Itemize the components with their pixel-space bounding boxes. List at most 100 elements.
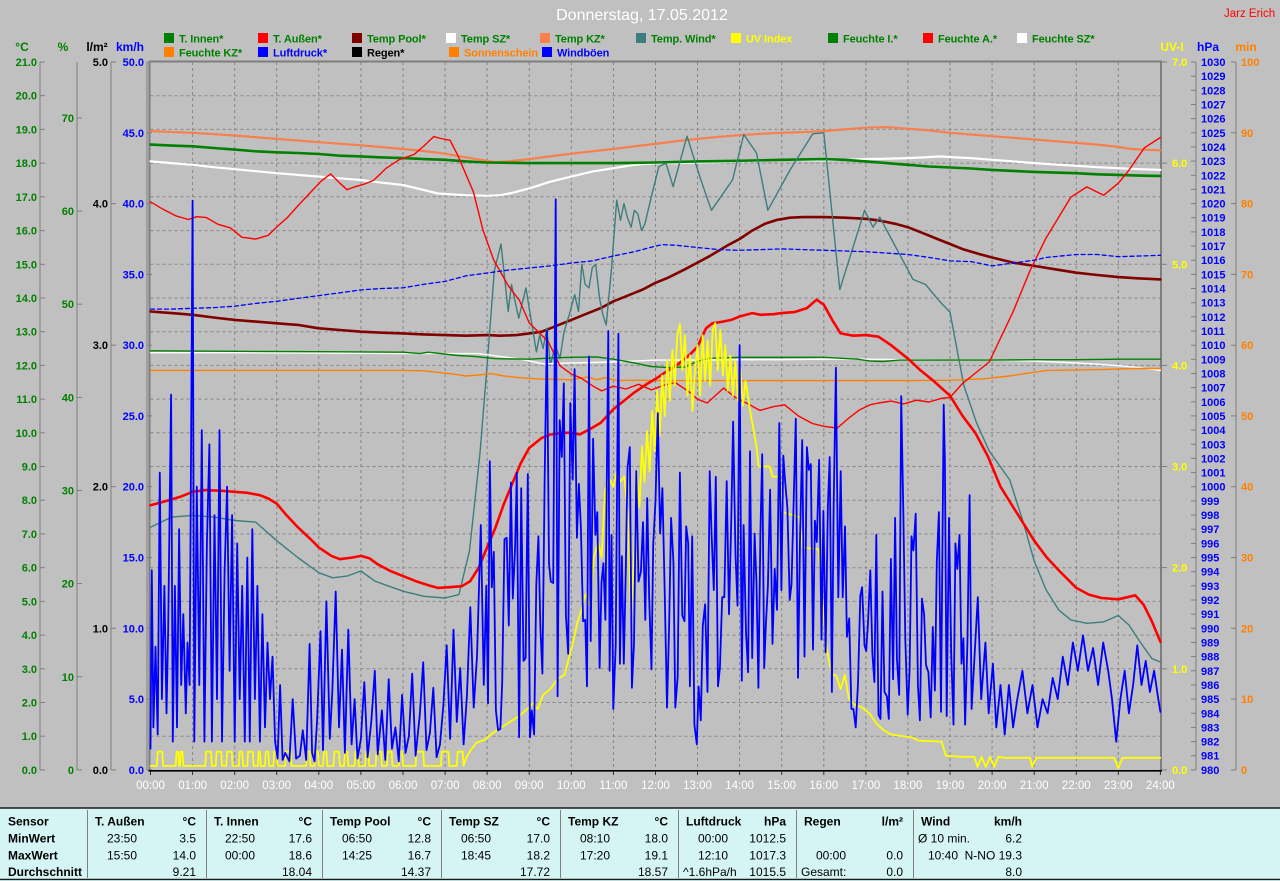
- svg-text:1013: 1013: [1201, 298, 1225, 310]
- svg-text:18.0: 18.0: [16, 158, 37, 170]
- svg-text:50.0: 50.0: [123, 57, 144, 69]
- svg-text:20: 20: [62, 579, 74, 591]
- svg-text:1002: 1002: [1201, 453, 1225, 465]
- svg-text:11.0: 11.0: [16, 394, 37, 406]
- svg-text:1.0: 1.0: [22, 731, 37, 743]
- svg-text:Sonnenschein: Sonnenschein: [464, 48, 538, 60]
- svg-text:989: 989: [1201, 638, 1219, 650]
- svg-text:5.0: 5.0: [93, 57, 108, 69]
- svg-text:10:00: 10:00: [557, 780, 586, 792]
- svg-text:24:00: 24:00: [1146, 780, 1175, 792]
- svg-text:5.0: 5.0: [22, 596, 37, 608]
- svg-text:UV-I: UV-I: [1160, 40, 1183, 54]
- svg-text:2.0: 2.0: [22, 698, 37, 710]
- svg-text:Temp SZ: Temp SZ: [449, 815, 499, 829]
- svg-text:22:00: 22:00: [1062, 780, 1091, 792]
- svg-text:30: 30: [62, 486, 74, 498]
- svg-text:18.2: 18.2: [527, 849, 551, 863]
- svg-text:l/m²: l/m²: [86, 40, 107, 54]
- svg-text:0.0: 0.0: [22, 765, 37, 777]
- svg-text:16.0: 16.0: [16, 226, 37, 238]
- svg-text:1027: 1027: [1201, 100, 1225, 112]
- svg-text:4.0: 4.0: [1172, 360, 1187, 372]
- svg-text:6.0: 6.0: [1172, 158, 1187, 170]
- svg-text:70: 70: [62, 113, 74, 125]
- svg-text:21:00: 21:00: [1020, 780, 1049, 792]
- svg-text:991: 991: [1201, 609, 1219, 621]
- svg-text:7.0: 7.0: [22, 529, 37, 541]
- svg-text:1000: 1000: [1201, 482, 1225, 494]
- svg-text:980: 980: [1201, 765, 1219, 777]
- svg-text:3.0: 3.0: [93, 340, 108, 352]
- svg-text:Ø 10 min.: Ø 10 min.: [918, 832, 970, 846]
- svg-text:1017.3: 1017.3: [749, 849, 786, 863]
- svg-text:0.0: 0.0: [886, 849, 903, 863]
- svg-text:1004: 1004: [1201, 425, 1226, 437]
- svg-text:Feuchte A.*: Feuchte A.*: [938, 34, 998, 46]
- svg-text:1001: 1001: [1201, 468, 1225, 480]
- svg-text:MinWert: MinWert: [8, 832, 55, 846]
- svg-text:1024: 1024: [1201, 142, 1226, 154]
- svg-text:9.21: 9.21: [173, 865, 197, 879]
- svg-text:992: 992: [1201, 595, 1219, 607]
- svg-text:100: 100: [1241, 57, 1259, 69]
- svg-text:%: %: [58, 40, 69, 54]
- svg-text:2.0: 2.0: [93, 482, 108, 494]
- svg-text:990: 990: [1201, 623, 1219, 635]
- svg-text:10:40: 10:40: [928, 849, 958, 863]
- svg-text:998: 998: [1201, 510, 1219, 522]
- svg-text:Windböen: Windböen: [557, 48, 610, 60]
- svg-text:1011: 1011: [1201, 326, 1225, 338]
- svg-text:18.6: 18.6: [289, 849, 313, 863]
- svg-text:1009: 1009: [1201, 354, 1225, 366]
- svg-text:18:00: 18:00: [894, 780, 923, 792]
- svg-text:19.1: 19.1: [645, 849, 669, 863]
- svg-text:19:00: 19:00: [936, 780, 965, 792]
- svg-text:Wind: Wind: [921, 815, 950, 829]
- svg-text:^1.6hPa/h: ^1.6hPa/h: [683, 865, 737, 879]
- svg-text:02:00: 02:00: [220, 780, 249, 792]
- svg-text:UV Index: UV Index: [746, 34, 793, 46]
- svg-text:982: 982: [1201, 737, 1219, 749]
- svg-text:4.0: 4.0: [93, 199, 108, 211]
- svg-text:983: 983: [1201, 722, 1219, 734]
- svg-text:0: 0: [68, 765, 74, 777]
- svg-text:5.0: 5.0: [1172, 259, 1187, 271]
- svg-text:20.0: 20.0: [16, 91, 37, 103]
- svg-text:45.0: 45.0: [123, 128, 144, 140]
- svg-text:17.72: 17.72: [520, 865, 550, 879]
- svg-text:Temp Pool: Temp Pool: [330, 815, 390, 829]
- svg-text:986: 986: [1201, 680, 1219, 692]
- svg-text:23:00: 23:00: [1104, 780, 1133, 792]
- svg-text:hPa: hPa: [764, 815, 786, 829]
- svg-text:0.0: 0.0: [93, 765, 108, 777]
- svg-text:20.0: 20.0: [123, 482, 144, 494]
- svg-text:10.0: 10.0: [123, 623, 144, 635]
- svg-text:T. Außen: T. Außen: [95, 815, 145, 829]
- svg-text:3.0: 3.0: [22, 664, 37, 676]
- svg-text:T. Außen*: T. Außen*: [273, 34, 323, 46]
- svg-text:1005: 1005: [1201, 411, 1225, 423]
- svg-text:00:00: 00:00: [225, 849, 255, 863]
- svg-text:2.0: 2.0: [1172, 563, 1187, 575]
- svg-text:1012.5: 1012.5: [749, 832, 786, 846]
- svg-text:1015.5: 1015.5: [749, 865, 786, 879]
- svg-text:hPa: hPa: [1197, 40, 1219, 54]
- svg-text:3.5: 3.5: [179, 832, 196, 846]
- svg-text:°C: °C: [15, 40, 29, 54]
- svg-text:1016: 1016: [1201, 255, 1225, 267]
- svg-text:1010: 1010: [1201, 340, 1225, 352]
- svg-text:30.0: 30.0: [123, 340, 144, 352]
- svg-text:03:00: 03:00: [262, 780, 291, 792]
- svg-text:km/h: km/h: [116, 40, 144, 54]
- svg-text:993: 993: [1201, 581, 1219, 593]
- svg-text:06:50: 06:50: [342, 832, 372, 846]
- svg-text:00:00: 00:00: [136, 780, 165, 792]
- svg-text:1020: 1020: [1201, 199, 1225, 211]
- svg-text:50: 50: [1241, 411, 1253, 423]
- svg-text:min: min: [1235, 40, 1256, 54]
- svg-text:18:45: 18:45: [461, 849, 491, 863]
- svg-text:1025: 1025: [1201, 128, 1225, 140]
- svg-text:Regen*: Regen*: [367, 48, 405, 60]
- svg-text:12:10: 12:10: [698, 849, 728, 863]
